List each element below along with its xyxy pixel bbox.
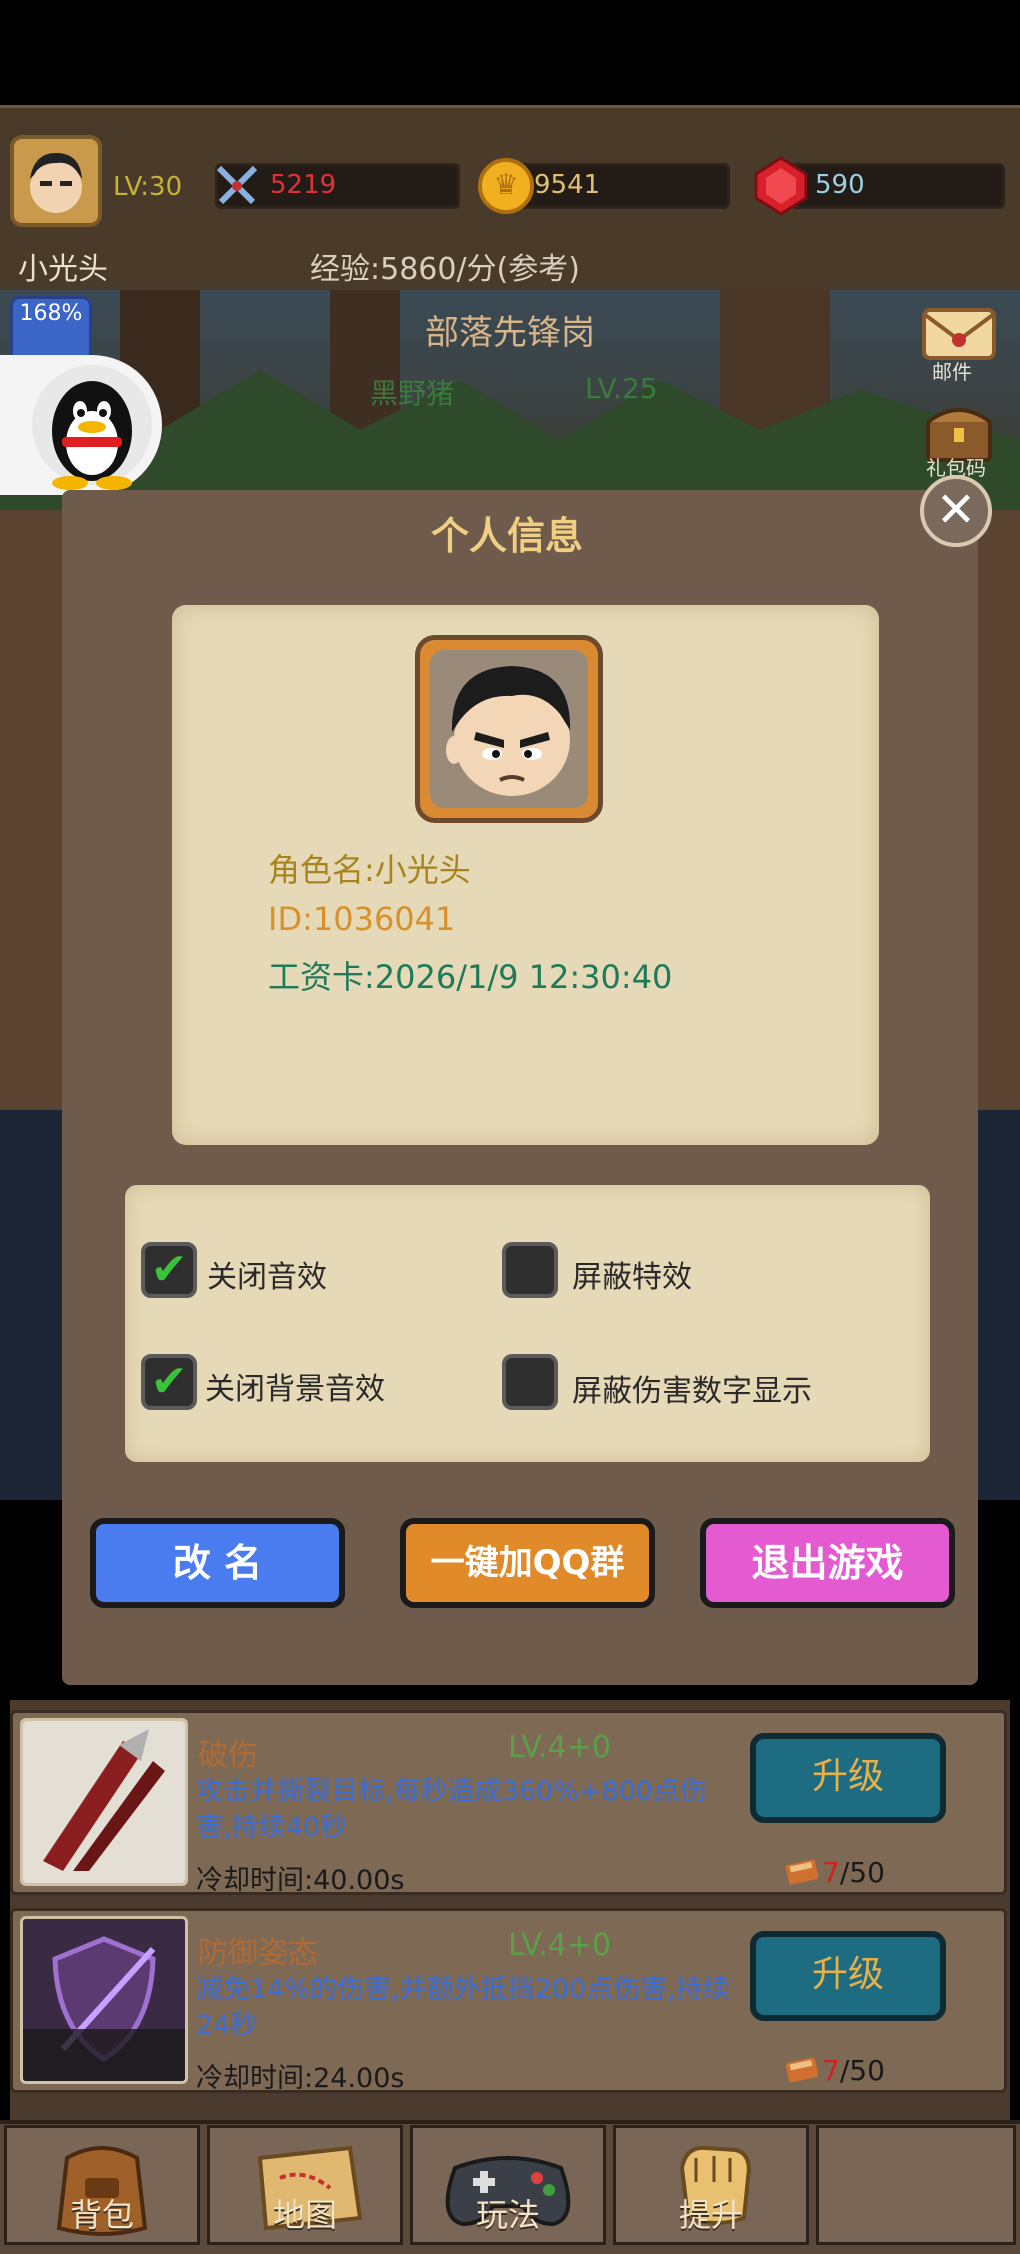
rename-button-label: 改 名 — [172, 1541, 263, 1585]
character-portrait — [415, 635, 603, 823]
dialog-title: 个人信息 — [430, 514, 583, 558]
skill-icon-rend[interactable] — [20, 1718, 188, 1886]
gold-coin-icon: ♛ — [478, 158, 534, 214]
upgrade-cost: 7/50 — [822, 2054, 885, 2087]
checkmark-icon: ✔ — [150, 1356, 188, 1407]
skill-level: LV.4+0 — [508, 1928, 611, 1963]
checkbox-mute-bgm[interactable]: ✔ — [141, 1354, 197, 1410]
upgrade-button[interactable]: 升级 — [750, 1931, 946, 2021]
option-mute-sfx-label: 关闭音效 — [207, 1260, 327, 1295]
option-mute-bgm-label: 关闭背景音效 — [205, 1372, 385, 1407]
enemy-level: LV.25 — [585, 372, 658, 405]
close-button[interactable]: ✕ — [920, 475, 992, 547]
close-icon: ✕ — [935, 482, 977, 538]
checkbox-hide-damage-numbers[interactable] — [502, 1354, 558, 1410]
exp-rate: 经验:5860/分(参考) — [310, 252, 580, 287]
skill-level: LV.4+0 — [508, 1730, 611, 1765]
exit-game-button[interactable]: 退出游戏 — [700, 1518, 955, 1608]
join-qq-group-button[interactable]: 一键加QQ群 — [400, 1518, 655, 1608]
skill-icon-defense-stance[interactable] — [20, 1916, 188, 2084]
top-black-area — [0, 0, 1020, 105]
skill-cooldown: 冷却时间:40.00s — [196, 1865, 405, 1896]
skill-book-icon — [785, 1856, 821, 1886]
upgrade-label: 升级 — [811, 1954, 884, 1995]
gold-value: 9541 — [534, 170, 601, 200]
skill-description: 攻击并撕裂目标,每秒造成360%+800点伤害,持续40秒 — [196, 1776, 707, 1843]
checkbox-hide-effects[interactable] — [502, 1242, 558, 1298]
checkmark-icon: ✔ — [150, 1244, 188, 1295]
cost-need: /50 — [839, 2054, 885, 2087]
enemy-name: 黑野猪 — [370, 377, 455, 410]
player-avatar[interactable] — [10, 135, 102, 227]
power-value: 5219 — [270, 170, 337, 200]
join-qq-group-label: 一键加QQ群 — [430, 1543, 625, 1583]
skill-book-icon — [785, 2054, 821, 2084]
cost-have: 7 — [822, 2054, 840, 2087]
qq-float-button[interactable] — [0, 355, 162, 495]
skill-cooldown: 冷却时间:24.00s — [196, 2063, 405, 2094]
option-hide-damage-numbers-label: 屏蔽伤害数字显示 — [572, 1374, 812, 1409]
player-level: LV:30 — [113, 172, 183, 202]
settings-panel — [125, 1185, 930, 1462]
upgrade-label: 升级 — [811, 1756, 884, 1797]
role-name: 角色名:小光头 — [268, 851, 471, 889]
crossed-swords-icon — [213, 162, 261, 210]
mail-label: 邮件 — [932, 360, 972, 384]
rename-button[interactable]: 改 名 — [90, 1518, 345, 1608]
wage-card-expiry: 工资卡:2026/1/9 12:30:40 — [268, 958, 673, 996]
nav-upgrade-label: 提升 — [678, 2196, 743, 2234]
option-hide-effects-label: 屏蔽特效 — [572, 1260, 692, 1295]
skill-name: 防御姿态 — [198, 1936, 318, 1971]
stage-name: 部落先锋岗 — [425, 313, 595, 353]
gems-value: 590 — [815, 170, 865, 200]
nav-map-label: 地图 — [272, 2196, 337, 2234]
upgrade-cost: 7/50 — [822, 1856, 885, 1889]
ruby-icon — [752, 156, 810, 216]
upgrade-button[interactable]: 升级 — [750, 1733, 946, 1823]
cost-need: /50 — [839, 1856, 885, 1889]
checkbox-mute-sfx[interactable]: ✔ — [141, 1242, 197, 1298]
exit-game-label: 退出游戏 — [751, 1541, 904, 1585]
nav-gameplay-label: 玩法 — [475, 2196, 540, 2234]
skill-description: 减免14%的伤害,并额外抵挡200点伤害,持续24秒 — [196, 1974, 730, 2041]
nav-bag-label: 背包 — [69, 2196, 134, 2234]
skill-name: 破伤 — [198, 1738, 258, 1773]
nav-empty-slot — [816, 2125, 1016, 2245]
exp-boost-value: 168% — [19, 301, 83, 326]
player-id: ID:1036041 — [268, 900, 456, 938]
player-name: 小光头 — [18, 252, 108, 287]
cost-have: 7 — [822, 1856, 840, 1889]
